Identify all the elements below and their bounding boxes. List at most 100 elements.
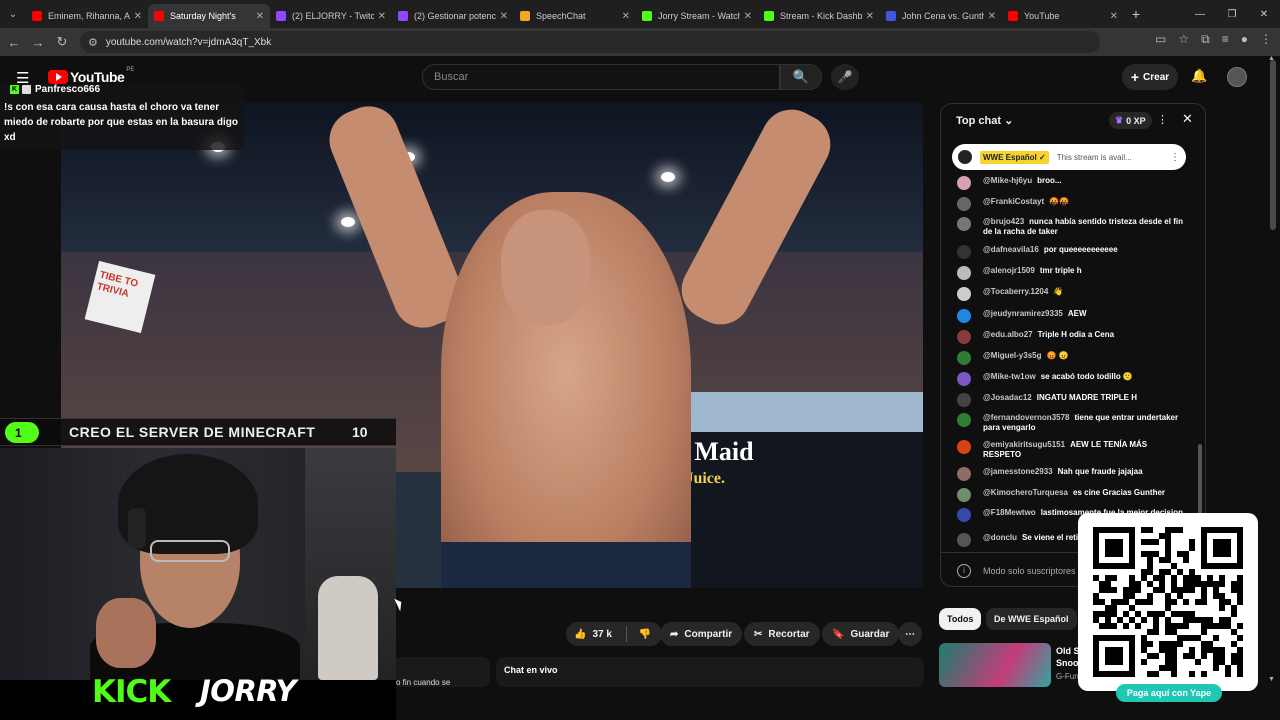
minimize-icon[interactable]: — (1184, 9, 1216, 20)
pinned-banner[interactable]: WWE Español ✓ This stream is avail... ⋮ (952, 144, 1186, 170)
tab-close-icon[interactable]: ✕ (866, 11, 874, 22)
thumbs-down-icon[interactable]: 👎 (639, 629, 651, 640)
like-button[interactable]: 👍 37 k 👎 (566, 622, 662, 646)
tab-search-icon[interactable]: ⌄ (0, 0, 26, 28)
youtube-logo[interactable]: YouTube PE (48, 67, 134, 85)
chat-message[interactable]: @brujo423 nunca había sentido tristeza de… (957, 217, 1187, 237)
chat-message[interactable]: @emiyakiritsugu5151 AEW LE TENÍA MÁS RESP… (957, 440, 1187, 460)
chat-author-name[interactable]: @edu.albo27 (983, 330, 1033, 339)
chat-author-avatar[interactable] (957, 217, 971, 231)
chat-author-name[interactable]: @Mike-tw1ow (983, 372, 1036, 381)
chat-author-avatar[interactable] (957, 508, 971, 522)
cast-icon[interactable]: ▭ (1155, 32, 1166, 47)
tab-close-icon[interactable]: ✕ (622, 11, 630, 22)
chat-author-name[interactable]: @KimocheroTurquesa (983, 488, 1068, 497)
chat-author-avatar[interactable] (957, 197, 971, 211)
chat-author-avatar[interactable] (957, 309, 971, 323)
chat-message[interactable]: @Miguel-y3s5g 😡 😠 (957, 351, 1187, 365)
chat-author-avatar[interactable] (957, 440, 971, 454)
chat-author-avatar[interactable] (957, 245, 971, 259)
chat-author-name[interactable]: @jeudynramirez9335 (983, 309, 1063, 318)
live-chat-replay-box[interactable]: Chat en vivo (496, 657, 924, 687)
chat-author-name[interactable]: @F18Mewtwo (983, 508, 1036, 517)
close-window-icon[interactable]: ✕ (1248, 9, 1280, 20)
chat-author-avatar[interactable] (957, 372, 971, 386)
chat-author-name[interactable]: @Tocaberry.1204 (983, 287, 1048, 296)
save-button[interactable]: 🔖 Guardar (822, 622, 900, 646)
browser-tab[interactable]: Saturday Night's ✕ (148, 4, 270, 28)
maximize-icon[interactable]: ❐ (1216, 9, 1248, 20)
tab-close-icon[interactable]: ✕ (134, 11, 142, 22)
chat-author-name[interactable]: @Mike-hj6yu (983, 176, 1032, 185)
address-bar[interactable]: ⚙ youtube.com/watch?v=jdmA3qT_Xbk (80, 31, 1100, 53)
chat-author-name[interactable]: @alenojr1509 (983, 266, 1035, 275)
chat-author-avatar[interactable] (957, 287, 971, 301)
more-actions-button[interactable]: ⋯ (898, 622, 922, 646)
chat-message[interactable]: @Mike-hj6yu broo... (957, 176, 1187, 190)
browser-tab[interactable]: (2) Gestionar potenci ✕ (392, 4, 514, 28)
description-snippet[interactable]: o fin cuando se (394, 657, 490, 687)
bookmark-star-icon[interactable]: ☆ (1178, 32, 1189, 47)
extensions-icon[interactable]: ⧉ (1201, 32, 1210, 47)
chat-author-avatar[interactable] (957, 351, 971, 365)
share-button[interactable]: ➦ Compartir (660, 622, 743, 646)
close-chat-icon[interactable]: ✕ (1182, 111, 1193, 127)
chat-message[interactable]: @Josadac12 INGATU MADRE TRIPLE H (957, 393, 1187, 407)
pinned-options-icon[interactable]: ⋮ (1170, 152, 1180, 163)
chat-author-name[interactable]: @fernandovernon3578 (983, 413, 1070, 422)
voice-search-button[interactable]: 🎤 (831, 64, 859, 90)
chat-author-avatar[interactable] (957, 467, 971, 481)
browser-tab[interactable]: Eminem, Rihanna, Ad ✕ (26, 4, 148, 28)
chat-author-avatar[interactable] (957, 330, 971, 344)
tab-close-icon[interactable]: ✕ (256, 11, 264, 22)
browser-tab[interactable]: Jorry Stream - Watch ✕ (636, 4, 758, 28)
chat-message[interactable]: @Tocaberry.1204 👋 (957, 287, 1187, 301)
chat-author-name[interactable]: @donclu (983, 533, 1017, 542)
account-avatar[interactable] (1227, 67, 1247, 87)
tab-close-icon[interactable]: ✕ (500, 11, 508, 22)
chat-author-name[interactable]: @Miguel-y3s5g (983, 351, 1041, 360)
chat-author-avatar[interactable] (957, 413, 971, 427)
browser-menu-icon[interactable]: ⋮ (1260, 32, 1272, 47)
chat-author-avatar[interactable] (957, 393, 971, 407)
clip-button[interactable]: ✂ Recortar (744, 622, 820, 646)
chip-channel[interactable]: De WWE Español (986, 608, 1077, 630)
site-info-icon[interactable]: ⚙ (88, 36, 98, 49)
search-input[interactable]: Buscar (422, 64, 780, 90)
xp-badge[interactable]: ♛ 0 XP (1109, 112, 1152, 129)
browser-tab[interactable]: John Cena vs. Gunthe ✕ (880, 4, 1002, 28)
chat-message[interactable]: @FrankiCostayt 🤬🤬 (957, 197, 1187, 211)
chat-message[interactable]: @jeudynramirez9335 AEW (957, 309, 1187, 323)
chat-author-name[interactable]: @jamesstone2933 (983, 467, 1053, 476)
chat-author-avatar[interactable] (957, 533, 971, 547)
back-icon[interactable]: ← (2, 35, 26, 50)
chat-message[interactable]: @Mike-tw1ow se acabó todo todillo 🙁 (957, 372, 1187, 386)
chat-message[interactable]: @alenojr1509 tmr triple h (957, 266, 1187, 280)
tab-close-icon[interactable]: ✕ (988, 11, 996, 22)
chat-message[interactable]: @dafneavila16 por queeeeeeeeeee (957, 245, 1187, 259)
chat-author-avatar[interactable] (957, 176, 971, 190)
recommended-video-thumbnail[interactable] (939, 643, 1051, 687)
chat-author-name[interactable]: @dafneavila16 (983, 245, 1039, 254)
chat-message[interactable]: @fernandovernon3578 tiene que entrar unde… (957, 413, 1187, 433)
chat-message[interactable]: @jamesstone2933 Nah que fraude jajajaa (957, 467, 1187, 481)
browser-tab[interactable]: YouTube ✕ (1002, 4, 1124, 28)
new-tab-button[interactable]: + (1124, 6, 1148, 22)
browser-tab[interactable]: Stream - Kick Dashbo ✕ (758, 4, 880, 28)
chat-message[interactable]: @KimocheroTurquesa es cine Gracias Gunthe… (957, 488, 1187, 502)
chat-author-name[interactable]: @Josadac12 (983, 393, 1032, 402)
chat-mode-dropdown[interactable]: Top chat ⌄ (956, 114, 1013, 127)
browser-tab[interactable]: (2) ELJORRY - Twitch ✕ (270, 4, 392, 28)
chat-author-name[interactable]: @emiyakiritsugu5151 (983, 440, 1065, 449)
chat-author-name[interactable]: @FrankiCostayt (983, 197, 1044, 206)
tab-close-icon[interactable]: ✕ (378, 11, 386, 22)
reload-icon[interactable]: ↻ (50, 34, 74, 50)
notifications-bell-icon[interactable]: 🔔 (1191, 68, 1207, 84)
forward-icon[interactable]: → (26, 35, 50, 50)
tab-close-icon[interactable]: ✕ (744, 11, 752, 22)
chat-options-icon[interactable]: ⋮ (1157, 113, 1168, 126)
profile-icon[interactable]: ● (1241, 32, 1248, 47)
chat-author-avatar[interactable] (957, 488, 971, 502)
reading-list-icon[interactable]: ≡ (1222, 32, 1229, 47)
chat-author-avatar[interactable] (957, 266, 971, 280)
